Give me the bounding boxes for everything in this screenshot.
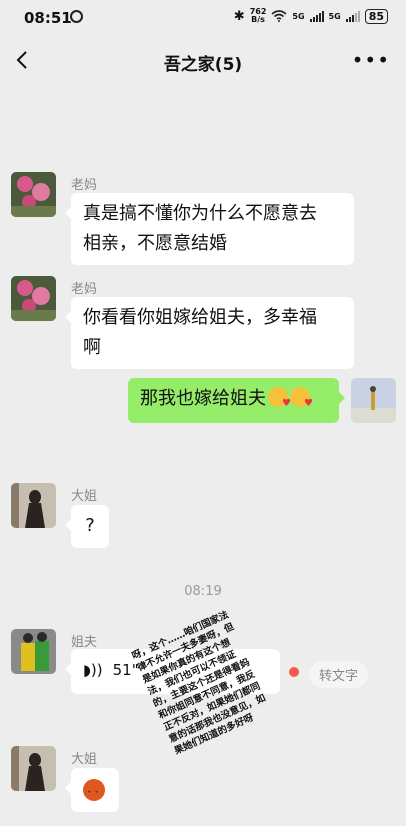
voice-wave-icon: ◗)): [83, 661, 103, 679]
chat-header: 吾之家(5) •••: [0, 36, 406, 86]
chat-title: 吾之家(5): [163, 55, 243, 75]
network-type-label-2: 5G: [328, 11, 341, 21]
avatar-brother-in-law[interactable]: [11, 629, 56, 674]
network-speed: 762 B/s: [249, 7, 267, 24]
signal-icon-2: [345, 10, 360, 22]
sender-name: 大姐: [71, 752, 98, 767]
message-bubble[interactable]: 你看看你姐嫁给姐夫，多幸福 啊: [65, 297, 354, 369]
transcribe-button[interactable]: 转文字: [309, 661, 369, 688]
kiss-emoji-icon: [290, 387, 313, 409]
avatar-sister[interactable]: [11, 483, 56, 528]
sender-name: 老妈: [71, 282, 98, 297]
network-type-label: 5G: [292, 11, 305, 21]
alarm-icon: [70, 10, 83, 23]
more-options-icon[interactable]: •••: [352, 48, 390, 72]
message-bubble[interactable]: 真是搞不懂你为什么不愿意去 相亲，不愿意结婚: [65, 193, 354, 265]
avatar-mom[interactable]: [11, 172, 56, 217]
chat-messages[interactable]: 老妈 真是搞不懂你为什么不愿意去 相亲，不愿意结婚 老妈 你看看你姐嫁给姐夫，多…: [0, 86, 406, 826]
avatar-mom[interactable]: [11, 276, 56, 321]
signal-icon: [309, 10, 324, 22]
sender-name: 大姐: [71, 489, 98, 504]
handwritten-note: 呀，这个……咱们国家法律不允许一夫多妻呀，但是如果你真的有这个想法，我们也可以不…: [130, 609, 268, 757]
sender-name: 姐夫: [71, 635, 98, 650]
sender-name: 老妈: [71, 178, 98, 193]
status-bar: 08:51 ✱ 762 B/s 5G 5G 85: [0, 0, 406, 36]
bluetooth-icon: ✱: [233, 8, 245, 24]
angry-emoji-icon: [83, 779, 105, 811]
status-icons: ✱ 762 B/s 5G 5G 85: [234, 8, 388, 24]
avatar-sister[interactable]: [11, 746, 56, 791]
battery-indicator: 85: [364, 8, 388, 24]
status-time: 08:51: [24, 9, 72, 27]
my-message-bubble[interactable]: 那我也嫁给姐夫: [128, 378, 345, 423]
kiss-emoji-icon: [268, 387, 291, 409]
avatar-me[interactable]: [351, 378, 396, 423]
unread-dot: [289, 667, 299, 677]
message-bubble[interactable]: [65, 768, 119, 812]
wifi-icon: [271, 10, 287, 22]
message-bubble[interactable]: ?: [65, 505, 109, 548]
time-divider: 08:19: [184, 584, 222, 599]
